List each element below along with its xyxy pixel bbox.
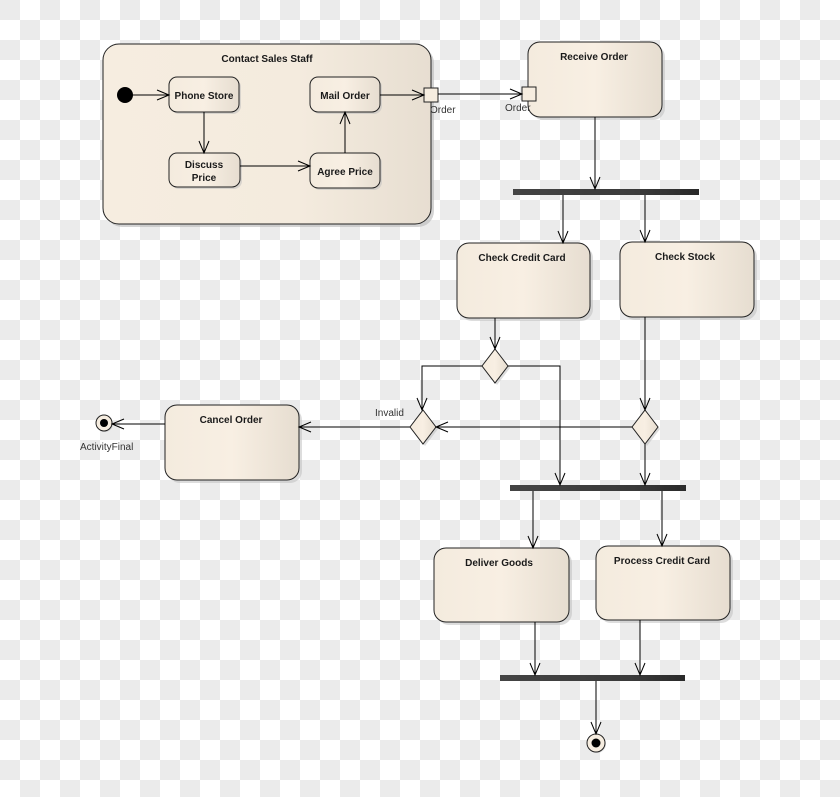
shape-shadow [100, 419, 108, 427]
shape-shadow [521, 86, 537, 102]
action-cancel-order[interactable]: Cancel Order [164, 404, 302, 483]
activity-final-node-bottom[interactable] [586, 733, 606, 753]
action-process-credit-card[interactable]: Process Credit Card [595, 545, 733, 623]
final-node-label: ActivityFinal [80, 442, 133, 453]
activity-group-contact-sales-staff[interactable]: Contact Sales Staff [102, 43, 434, 227]
action-label: Phone Store [175, 91, 234, 102]
action-label: Agree Price [317, 167, 373, 178]
action-label-line1: Discuss [185, 160, 224, 171]
join-bar-3[interactable] [500, 675, 685, 681]
action-label-line2: Price [192, 173, 217, 184]
action-agree-price[interactable]: Agree Price [309, 152, 382, 190]
action-phone-store[interactable]: Phone Store [168, 76, 241, 114]
merge-node-invalid[interactable] [409, 409, 437, 445]
action-label: Receive Order [560, 52, 628, 63]
initial-node[interactable] [117, 87, 133, 103]
action-label: Check Stock [655, 252, 715, 263]
decision-node-stock[interactable] [631, 409, 659, 445]
container-title: Contact Sales Staff [221, 54, 313, 65]
action-check-stock[interactable]: Check Stock [619, 241, 757, 320]
action-deliver-goods[interactable]: Deliver Goods [433, 547, 572, 625]
decision-node-credit[interactable] [481, 348, 509, 384]
pin-label: Order [430, 105, 456, 116]
action-mail-order[interactable]: Mail Order [309, 76, 382, 114]
action-check-credit-card[interactable]: Check Credit Card [456, 242, 593, 321]
action-label: Cancel Order [200, 415, 263, 426]
fork-bar-2[interactable] [510, 485, 686, 491]
action-label: Process Credit Card [614, 556, 710, 567]
action-receive-order[interactable]: Receive Order [527, 41, 665, 120]
pin-label: Order [505, 103, 531, 114]
action-label: Deliver Goods [465, 558, 533, 569]
container-box [102, 43, 432, 225]
action-discuss-price[interactable]: Discuss Price [168, 152, 242, 189]
shape-shadow [423, 87, 439, 103]
flow-decision-to-merge[interactable] [421, 365, 482, 410]
action-label: Mail Order [320, 91, 370, 102]
guard-invalid: Invalid [375, 408, 404, 419]
activity-diagram: Contact Sales Staff Phone Store Discuss … [80, 41, 757, 753]
activity-final-node-left[interactable] [95, 414, 113, 432]
flow-decision-to-bar2[interactable] [508, 365, 561, 485]
fork-bar-1[interactable] [513, 189, 699, 195]
action-label: Check Credit Card [478, 253, 565, 264]
shape-shadow [591, 738, 601, 748]
